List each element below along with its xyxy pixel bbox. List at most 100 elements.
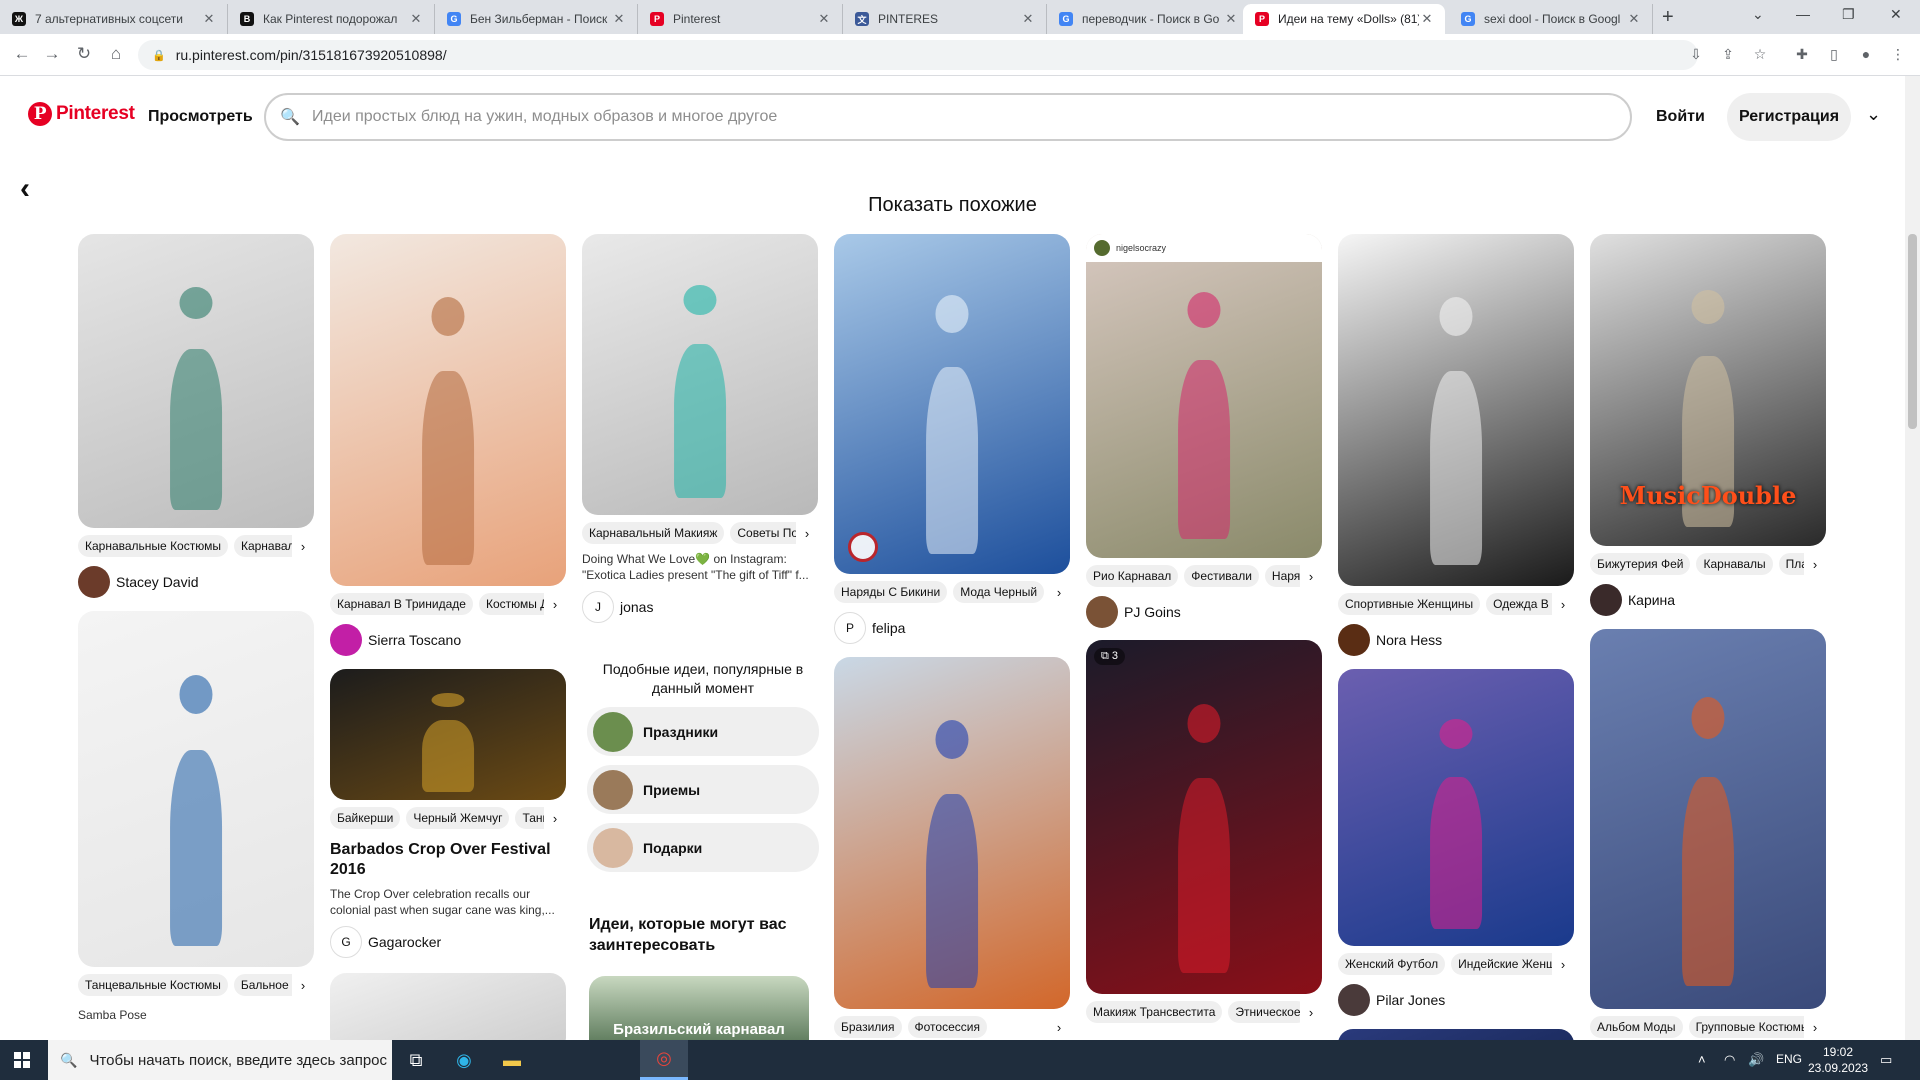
- pin-image[interactable]: nigelsocrazy: [1086, 234, 1322, 558]
- tag-chip[interactable]: Карнавальные Костюмы: [78, 535, 228, 557]
- tag-chip[interactable]: Карнавал В Тринидаде: [330, 593, 473, 615]
- file-explorer-icon[interactable]: ▬: [488, 1040, 536, 1080]
- chevron-right-icon[interactable]: ›: [1048, 580, 1070, 604]
- avatar: [1094, 240, 1110, 256]
- pin-card[interactable]: Бразилия Фотосессия ›: [834, 657, 1070, 1039]
- pin-author[interactable]: Sierra Toscano: [330, 624, 566, 656]
- pin-card[interactable]: Наряды С Бикини Модa Черный › Pfelipa: [834, 234, 1070, 644]
- task-view-icon[interactable]: ⧉: [392, 1040, 440, 1080]
- volume-icon[interactable]: 🔊: [1748, 1052, 1764, 1068]
- tray-chevron-icon[interactable]: ˄: [1698, 1052, 1706, 1067]
- pin-image[interactable]: [78, 234, 314, 528]
- pin-author[interactable]: Карина: [1590, 584, 1826, 616]
- tag-chip[interactable]: Фотосессия: [907, 1016, 987, 1038]
- pin-author[interactable]: Pilar Jones: [1338, 984, 1574, 1016]
- tag-chip[interactable]: Этническое: [1228, 1001, 1308, 1023]
- chevron-right-icon[interactable]: ›: [292, 534, 314, 558]
- chevron-right-icon[interactable]: ›: [1300, 1000, 1322, 1024]
- page-scrollbar[interactable]: [1905, 76, 1920, 1040]
- language-indicator[interactable]: ENG: [1776, 1052, 1802, 1066]
- pin-image[interactable]: ⧉ 3: [1086, 640, 1322, 994]
- interest-card[interactable]: Бразильский карнавал: [589, 976, 809, 1040]
- pin-author[interactable]: PJ Goins: [1086, 596, 1322, 628]
- taskbar-search-placeholder: Чтобы начать поиск, введите здесь запрос: [89, 1051, 388, 1069]
- tag-chip[interactable]: Карнавальный Макияж: [582, 522, 725, 544]
- pin-image[interactable]: [834, 234, 1070, 574]
- taskbar-search-input[interactable]: 🔍 Чтобы начать поиск, введите здесь запр…: [48, 1040, 392, 1080]
- scrollbar-thumb[interactable]: [1908, 234, 1917, 429]
- pin-small-text: Samba Pose: [78, 1008, 147, 1022]
- pin-card[interactable]: Женский Футбол Индейские Женщины › Pilar Jo…: [1338, 669, 1574, 1016]
- chevron-right-icon[interactable]: ›: [1300, 564, 1322, 588]
- notifications-icon[interactable]: ▭: [1880, 1052, 1892, 1068]
- pin-image[interactable]: [78, 611, 314, 967]
- popular-idea-pill[interactable]: Подарки: [587, 823, 819, 872]
- chevron-right-icon[interactable]: ›: [544, 806, 566, 830]
- popular-idea-pill[interactable]: Приемы: [587, 765, 819, 814]
- chevron-right-icon[interactable]: ›: [796, 521, 818, 545]
- pin-image[interactable]: [330, 669, 566, 800]
- tag-chip[interactable]: Черный Жемчуг: [406, 807, 510, 829]
- tag-chip[interactable]: Рио Карнавал: [1086, 565, 1179, 587]
- tag-chip[interactable]: Женский Футбол: [1338, 953, 1446, 975]
- pin-card[interactable]: Карнавальные Костюмы Карнавалы › Stacey Dav…: [78, 234, 314, 598]
- pin-image[interactable]: [330, 973, 566, 1040]
- chevron-right-icon[interactable]: ›: [1552, 952, 1574, 976]
- pin-card[interactable]: Карнавал В ТринидадеКостюмы Для Танцев› S…: [330, 234, 566, 656]
- tag-chip[interactable]: Байкерши: [330, 807, 401, 829]
- pin-author[interactable]: G Gagarocker: [330, 926, 566, 958]
- pin-card[interactable]: Карнавальный МакияжСоветы По Макияжу› Doi…: [582, 234, 818, 623]
- pin-card[interactable]: [330, 973, 566, 1040]
- pin-card[interactable]: nigelsocrazy Рио Карнавал Фестивали Наряды ›…: [1086, 234, 1322, 628]
- pin-author[interactable]: Stacey David: [78, 566, 314, 598]
- tag-chip[interactable]: Наряды С Бикини: [834, 581, 948, 603]
- windows-start-icon[interactable]: [14, 1052, 30, 1068]
- tag-chip[interactable]: Спортивные Женщины: [1338, 593, 1481, 615]
- pin-figure-head: [431, 692, 465, 707]
- chrome-icon[interactable]: ◎: [640, 1040, 688, 1080]
- idea-thumbnail: [593, 711, 633, 752]
- popular-idea-pill[interactable]: Праздники: [587, 707, 819, 756]
- pin-card[interactable]: MusicDouble Бижутерия ФейКарнавалыПлатья›…: [1590, 234, 1826, 616]
- pin-image[interactable]: [1338, 234, 1574, 586]
- pin-author[interactable]: Pfelipa: [834, 612, 1070, 644]
- tag-chip[interactable]: Фестивали: [1184, 565, 1259, 587]
- pin-image[interactable]: [330, 234, 566, 586]
- tag-chip[interactable]: Бижутерия Фей: [1590, 553, 1691, 575]
- pin-author[interactable]: Jjonas: [582, 591, 818, 623]
- pin-card[interactable]: Альбом Моды Групповые Костюмы ›: [1590, 629, 1826, 1039]
- pin-image[interactable]: [1590, 629, 1826, 1009]
- chevron-right-icon[interactable]: ›: [292, 973, 314, 997]
- pin-card[interactable]: [1338, 1029, 1574, 1040]
- tag-chip[interactable]: Групповые Костюмы: [1688, 1016, 1817, 1038]
- tag-chip[interactable]: Бразилия: [834, 1016, 902, 1038]
- pin-author[interactable]: Nora Hess: [1338, 624, 1574, 656]
- tag-chip[interactable]: Карнавалы: [1696, 553, 1773, 575]
- pin-card[interactable]: Танцевальные КостюмыБальное Оборудование…: [78, 611, 314, 1023]
- interest-card-image: Бразильский карнавал: [589, 976, 809, 1040]
- tag-chip[interactable]: Альбом Моды: [1590, 1016, 1683, 1038]
- pin-figure-head: [1691, 697, 1725, 740]
- tag-chip[interactable]: Макияж Трансвестита: [1086, 1001, 1223, 1023]
- edge-icon[interactable]: ◉: [440, 1040, 488, 1080]
- pin-image[interactable]: [1338, 669, 1574, 946]
- chevron-right-icon[interactable]: ›: [1552, 592, 1574, 616]
- pin-card[interactable]: Спортивные ЖенщиныОдежда В Стиле› Nora He…: [1338, 234, 1574, 656]
- chevron-right-icon[interactable]: ›: [1804, 1015, 1826, 1039]
- author-name: jonas: [620, 599, 654, 615]
- tag-chip[interactable]: Танцевальные Костюмы: [78, 974, 228, 996]
- clock[interactable]: 19:02 23.09.2023: [1808, 1044, 1868, 1076]
- pin-card[interactable]: Байкерши Черный Жемчуг Танцы › Barbados Crop…: [330, 669, 566, 958]
- pin-image[interactable]: MusicDouble: [1590, 234, 1826, 546]
- pin-image[interactable]: [834, 657, 1070, 1009]
- tag-chip[interactable]: Модa Черный: [953, 581, 1045, 603]
- pin-image[interactable]: [582, 234, 818, 515]
- chevron-right-icon[interactable]: ›: [544, 592, 566, 616]
- pin-title[interactable]: Barbados Crop Over Festival 2016: [330, 840, 566, 880]
- pin-card[interactable]: ⧉ 3 Макияж Трансвестита Этническое ›: [1086, 640, 1322, 1024]
- author-name: felipa: [872, 620, 906, 636]
- pin-image[interactable]: [1338, 1029, 1574, 1040]
- wifi-icon[interactable]: ◠: [1724, 1052, 1735, 1068]
- chevron-right-icon[interactable]: ›: [1048, 1015, 1070, 1039]
- chevron-right-icon[interactable]: ›: [1804, 552, 1826, 576]
